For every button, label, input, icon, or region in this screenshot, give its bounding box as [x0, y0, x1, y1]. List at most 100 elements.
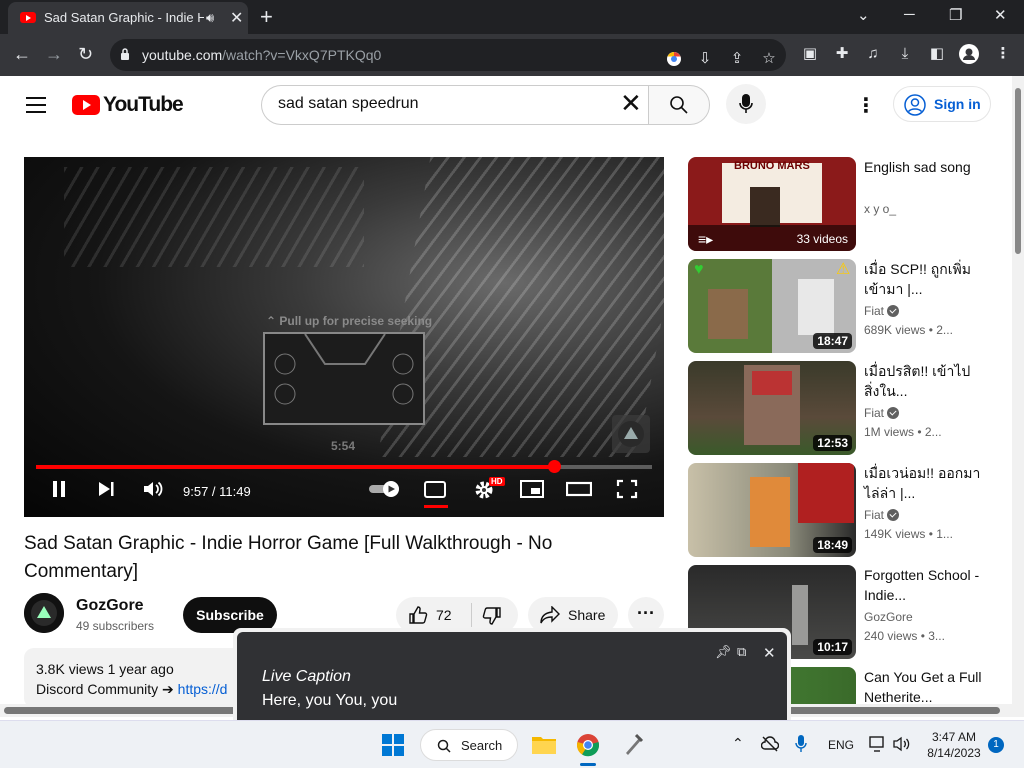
recommendation-item[interactable]: 18:49 เมื่อเวน่อม!! ออกมาไล่ล่า |... Fia…	[688, 463, 998, 557]
next-video-icon[interactable]	[96, 479, 116, 499]
extensions-puzzle-icon[interactable]: ✚	[832, 44, 852, 64]
share-arrow-icon	[540, 606, 560, 624]
volume-icon[interactable]	[142, 479, 164, 499]
media-control-icon[interactable]: ♫	[863, 44, 883, 64]
clear-search-icon[interactable]: ✕	[620, 90, 642, 116]
hamburger-menu-icon[interactable]	[26, 97, 46, 113]
extension-square-icon[interactable]: ▣	[800, 44, 820, 64]
recommendation-title: English sad song	[864, 159, 971, 175]
verified-icon	[887, 305, 900, 317]
tray-microphone-icon[interactable]	[795, 735, 807, 753]
description-link[interactable]: https://d	[178, 681, 228, 697]
system-clock[interactable]: 3:47 AM 8/14/2023	[924, 729, 984, 761]
recommendation-title: เมื่อปรสิต!! เข้าไปสิ่งใน...	[864, 363, 971, 399]
network-icon[interactable]	[869, 736, 887, 752]
recommendation-thumbnail[interactable]: 12:53	[688, 361, 856, 455]
video-player[interactable]: ⌃ Pull up for precise seeking 5:54 9:57 …	[24, 157, 664, 517]
profile-avatar-icon[interactable]	[959, 44, 979, 64]
like-divider	[471, 603, 472, 627]
settings-more-icon[interactable]: ⋮	[856, 93, 876, 118]
recommendation-item[interactable]: ♥ ⚠ 18:47 เมื่อ SCP!! ถูกเพิ่มเข้ามา |..…	[688, 259, 998, 353]
search-button[interactable]	[648, 85, 710, 125]
theater-mode-icon[interactable]	[566, 479, 592, 499]
video-title: Sad Satan Graphic - Indie Horror Game [F…	[24, 533, 553, 582]
settings-button[interactable]: HD	[473, 477, 505, 501]
time-display: 9:57 / 11:49	[183, 484, 251, 499]
back-button[interactable]: ←	[13, 44, 31, 65]
progress-scrubber[interactable]	[548, 460, 562, 473]
search-box	[261, 85, 649, 125]
restore-button[interactable]: ❐	[949, 6, 962, 24]
captions-icon	[424, 481, 446, 498]
url-text: youtube.com/watch?v=VkxQ7PTKQq0	[142, 47, 382, 63]
fullscreen-icon[interactable]	[616, 479, 638, 499]
recommendation-title: เมื่อเวน่อม!! ออกมาไล่ล่า |...	[864, 465, 981, 501]
autoplay-toggle-icon[interactable]	[368, 479, 402, 499]
speaker-icon[interactable]	[893, 736, 911, 752]
close-caption-icon[interactable]: ✕	[763, 644, 776, 662]
recommendation-item[interactable]: 12:53 เมื่อปรสิต!! เข้าไปสิ่งใน... Fiat …	[688, 361, 998, 455]
minimize-button[interactable]: ─	[904, 6, 915, 23]
views-and-date: 3.8K views 1 year ago	[36, 661, 174, 677]
miniplayer-icon[interactable]	[520, 479, 544, 499]
captions-active-underline	[424, 505, 448, 508]
cloud-offline-icon[interactable]	[761, 736, 779, 752]
search-input[interactable]	[278, 95, 598, 113]
pause-icon[interactable]	[51, 479, 67, 499]
recommendation-meta: 689K views • 2...	[864, 323, 953, 337]
recommendation-thumbnail[interactable]: BRUNO MARS ≡▸ 33 videos	[688, 157, 856, 251]
warning-icon: ⚠	[836, 261, 851, 278]
chrome-active-indicator	[580, 763, 596, 766]
tab-audio-icon[interactable]: 🔊︎	[206, 10, 214, 26]
taskbar-search[interactable]: Search	[420, 729, 518, 761]
chrome-taskbar-icon[interactable]	[576, 733, 600, 757]
language-indicator[interactable]: ENG	[828, 738, 854, 752]
install-app-icon[interactable]: ⇩	[695, 49, 715, 69]
forward-button[interactable]: →	[45, 44, 63, 65]
reload-button[interactable]: ↻	[78, 44, 93, 65]
share-page-icon[interactable]: ⇪	[727, 49, 747, 69]
address-bar[interactable]: youtube.com/watch?v=VkxQ7PTKQq0 ⇩ ⇪ ☆	[110, 39, 786, 71]
expand-icon[interactable]: ⧉	[737, 644, 746, 660]
channel-name[interactable]: GozGore	[76, 597, 144, 615]
voice-search-button[interactable]	[726, 84, 766, 124]
tab-search-chevron-icon[interactable]: ⌄	[857, 6, 870, 24]
subtitles-button[interactable]	[424, 479, 448, 509]
window-close-button[interactable]: ✕	[994, 6, 1007, 24]
channel-watermark[interactable]	[612, 415, 650, 453]
pin-icon[interactable]: 📌︎	[715, 644, 732, 660]
vertical-scroll-thumb[interactable]	[1015, 88, 1021, 254]
video-duration: 12:53	[813, 435, 852, 451]
live-caption-panel[interactable]: 📌︎ ⧉ ✕ Live Caption Here, you You, you	[233, 628, 791, 720]
recommendation-title: เมื่อ SCP!! ถูกเพิ่มเข้ามา |...	[864, 261, 971, 297]
channel-avatar[interactable]	[24, 593, 64, 633]
side-panel-icon[interactable]: ◧	[927, 44, 947, 64]
vertical-scrollbar[interactable]	[1012, 76, 1024, 717]
description-text: Discord Community ➔ https://d	[36, 681, 228, 697]
notification-badge[interactable]: 1	[988, 737, 1004, 753]
video-duration: 18:49	[813, 537, 852, 553]
youtube-favicon-icon	[20, 12, 36, 23]
chrome-menu-icon[interactable]: ⋮	[993, 44, 1013, 64]
clock-time: 3:47 AM	[931, 730, 977, 744]
google-lens-icon[interactable]	[664, 49, 684, 69]
browser-tab-active[interactable]: Sad Satan Graphic - Indie Horror Game [F…	[8, 2, 248, 34]
thumbs-down-icon[interactable]	[482, 606, 502, 626]
windows-start-icon[interactable]	[382, 734, 404, 756]
bookmark-star-icon[interactable]: ☆	[759, 49, 779, 69]
thumbs-up-icon[interactable]	[408, 605, 428, 625]
tab-title: Sad Satan Graphic - Indie Horror Game [F…	[44, 10, 204, 25]
recommendation-title: Forgotten School - Indie...	[864, 567, 980, 603]
recommendation-title: Can You Get a Full Netherite...	[864, 669, 982, 705]
new-tab-button[interactable]: +	[260, 4, 273, 30]
pinned-app-icon[interactable]	[622, 733, 644, 757]
recommendation-thumbnail[interactable]: 18:49	[688, 463, 856, 557]
tab-close-icon[interactable]: ✕	[230, 8, 243, 28]
recommendation-item[interactable]: BRUNO MARS ≡▸ 33 videos English sad song…	[688, 157, 998, 251]
tray-overflow-chevron-icon[interactable]: ⌃	[732, 735, 744, 752]
file-explorer-icon[interactable]	[531, 733, 557, 755]
progress-bar[interactable]	[36, 460, 652, 473]
sign-in-button[interactable]: Sign in	[893, 86, 991, 122]
recommendation-thumbnail[interactable]: ♥ ⚠ 18:47	[688, 259, 856, 353]
downloads-icon[interactable]: ⤓	[895, 44, 915, 64]
